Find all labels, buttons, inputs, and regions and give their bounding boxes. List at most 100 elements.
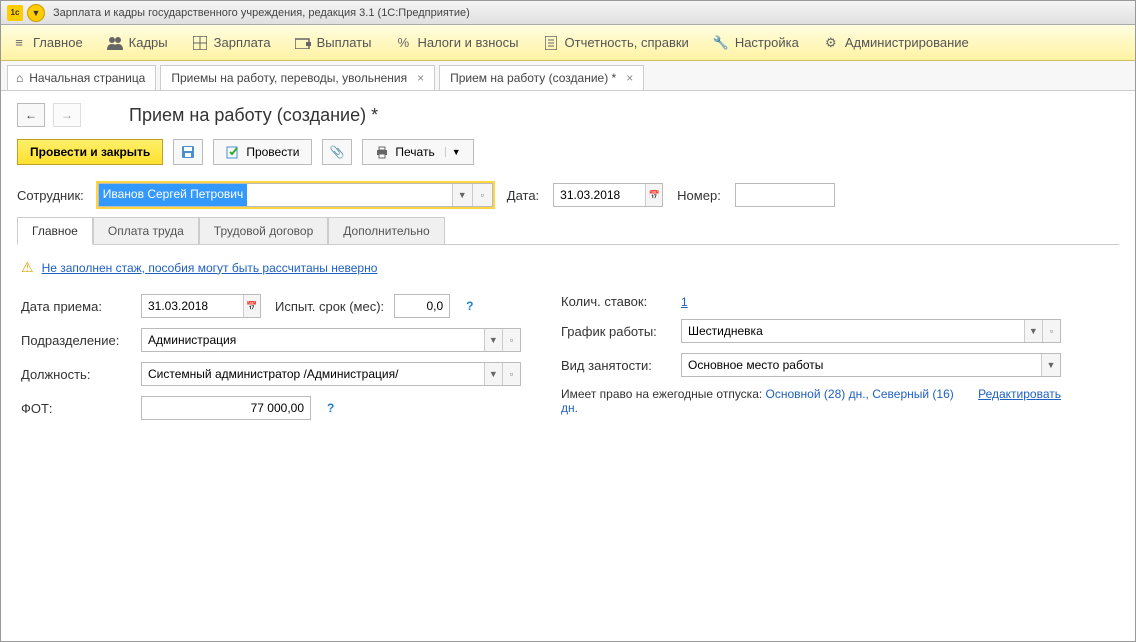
menu-label: Выплаты [317,35,372,50]
menu-vyplaty[interactable]: Выплаты [295,35,372,51]
menu-admin[interactable]: ⚙Администрирование [823,35,969,51]
open-icon[interactable]: ▫ [472,184,492,206]
table-icon [192,35,208,51]
date-value[interactable] [554,184,645,206]
tab-home[interactable]: ⌂Начальная страница [7,65,156,90]
window-title: Зарплата и кадры государственного учрежд… [53,7,470,19]
number-label: Номер: [677,188,721,203]
menu-label: Кадры [129,35,168,50]
employee-value: Иванов Сергей Петрович [99,184,247,206]
tab-hiring-create[interactable]: Прием на работу (создание) * × [439,65,644,90]
inner-tabs: Главное Оплата труда Трудовой договор До… [17,217,1119,245]
wrench-icon: 🔧 [713,35,729,51]
dropdown-icon[interactable]: ▼ [1024,320,1042,342]
post-and-close-button[interactable]: Провести и закрыть [17,139,163,165]
position-value[interactable] [142,363,484,385]
fot-input[interactable] [141,396,311,420]
position-input[interactable]: ▼▫ [141,362,521,386]
emptype-label: Вид занятости: [561,358,671,373]
dropdown-icon[interactable]: ▼ [484,329,502,351]
menu-settings[interactable]: 🔧 Настройка [713,35,799,51]
close-icon[interactable]: × [626,71,633,85]
open-icon[interactable]: ▫ [502,329,520,351]
page-title: Прием на работу (создание) * [129,105,378,126]
print-button[interactable]: Печать ▼ [362,139,473,165]
menu-label: Отчетность, справки [565,35,689,50]
vacation-prefix: Имеет право на ежегодные отпуска: [561,387,766,401]
print-icon [375,145,389,159]
number-value[interactable] [736,184,834,206]
emptype-value[interactable] [682,354,1041,376]
fot-label: ФОТ: [21,401,131,416]
percent-icon: % [395,35,411,51]
dropdown-icon[interactable]: ▼ [484,363,502,385]
employee-input[interactable]: Иванов Сергей Петрович ▼ ▫ [98,183,493,207]
chevron-down-icon: ▼ [445,147,461,157]
fot-value[interactable] [142,397,310,419]
schedule-value[interactable] [682,320,1024,342]
emptype-input[interactable]: ▼ [681,353,1061,377]
button-label: Печать [395,145,434,159]
vacation-edit-link[interactable]: Редактировать [978,387,1061,401]
menu-label: Зарплата [214,35,271,50]
date-input[interactable]: 📅 [553,183,663,207]
tab-label: Начальная страница [29,71,145,85]
employee-label: Сотрудник: [17,188,84,203]
help-icon[interactable]: ? [466,299,473,313]
forward-button[interactable]: → [53,103,81,127]
rate-link[interactable]: 1 [681,295,688,309]
dropdown-icon[interactable]: ▼ [452,184,472,206]
people-icon [107,35,123,51]
warning-link[interactable]: Не заполнен стаж, пособия могут быть рас… [42,261,378,275]
hire-date-input[interactable]: 📅 [141,294,261,318]
app-logo-icon: 1с [7,5,23,21]
schedule-label: График работы: [561,324,671,339]
titlebar: 1с ▼ Зарплата и кадры государственного у… [1,1,1135,25]
back-button[interactable]: ← [17,103,45,127]
date-label: Дата: [507,188,539,203]
calendar-icon[interactable]: 📅 [243,295,260,317]
trial-input[interactable] [394,294,450,318]
trial-label: Испыт. срок (мес): [275,299,384,314]
dept-value[interactable] [142,329,484,351]
post-button[interactable]: Провести [213,139,312,165]
hire-date-value[interactable] [142,295,243,317]
position-label: Должность: [21,367,131,382]
tab-label: Прием на работу (создание) * [450,71,616,85]
menu-zarplata[interactable]: Зарплата [192,35,271,51]
save-button[interactable] [173,139,203,165]
menu-kadry[interactable]: Кадры [107,35,168,51]
menu-main[interactable]: ≡ Главное [11,35,83,51]
tab-contract[interactable]: Трудовой договор [199,217,328,245]
report-icon [543,35,559,51]
tab-main[interactable]: Главное [17,217,93,245]
close-icon[interactable]: × [417,71,424,85]
open-icon[interactable]: ▫ [502,363,520,385]
help-icon[interactable]: ? [327,401,334,415]
menu-label: Главное [33,35,83,50]
wallet-icon [295,35,311,51]
content-area: ← → Прием на работу (создание) * Провест… [1,91,1135,641]
tab-extra[interactable]: Дополнительно [328,217,444,245]
post-icon [226,145,240,159]
menu-nalogi[interactable]: % Налоги и взносы [395,35,518,51]
open-icon[interactable]: ▫ [1042,320,1060,342]
tab-hiring-list[interactable]: Приемы на работу, переводы, увольнения× [160,65,435,90]
trial-value[interactable] [395,295,449,317]
menu-label: Настройка [735,35,799,50]
number-input[interactable] [735,183,835,207]
gear-icon: ⚙ [823,35,839,51]
menu-label: Налоги и взносы [417,35,518,50]
calendar-icon[interactable]: 📅 [645,184,662,206]
menu-icon: ≡ [11,35,27,51]
dept-input[interactable]: ▼▫ [141,328,521,352]
schedule-input[interactable]: ▼▫ [681,319,1061,343]
tab-payment[interactable]: Оплата труда [93,217,199,245]
attach-button[interactable]: 📎 [322,139,352,165]
warning-icon: ⚠ [21,259,34,276]
hire-date-label: Дата приема: [21,299,131,314]
menu-reports[interactable]: Отчетность, справки [543,35,689,51]
dept-label: Подразделение: [21,333,131,348]
dropdown-icon[interactable]: ▼ [1041,354,1060,376]
dropdown-icon[interactable]: ▼ [27,4,45,22]
